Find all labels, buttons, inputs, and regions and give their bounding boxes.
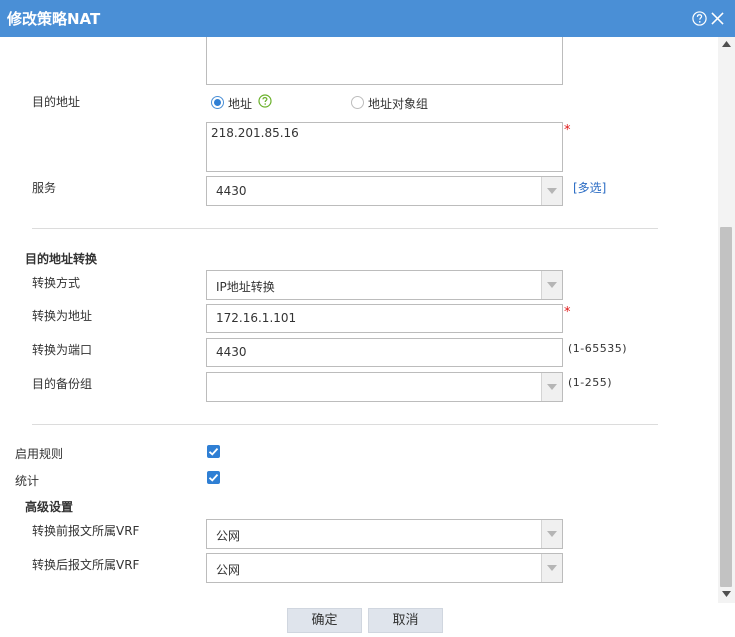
- help-circle-icon[interactable]: [692, 11, 707, 26]
- to-port-label: 转换为端口: [32, 343, 93, 357]
- help-icon[interactable]: [258, 94, 272, 108]
- backup-group-select[interactable]: [206, 372, 563, 402]
- enable-rule-label: 启用规则: [15, 447, 64, 461]
- dialog-title: 修改策略NAT: [7, 10, 101, 28]
- radio-address-label[interactable]: 地址: [228, 95, 252, 112]
- close-icon[interactable]: [711, 12, 724, 25]
- required-mark: *: [564, 123, 571, 138]
- enable-rule-checkbox[interactable]: [207, 445, 220, 458]
- scroll-down-arrow-icon[interactable]: [722, 591, 731, 597]
- service-select[interactable]: 4430: [206, 176, 563, 206]
- required-mark: *: [564, 305, 571, 320]
- scroll-up-arrow-icon[interactable]: [722, 41, 731, 47]
- to-address-input[interactable]: 172.16.1.101: [206, 304, 563, 333]
- dialog-titlebar: 修改策略NAT: [0, 0, 735, 37]
- service-value: 4430: [216, 184, 247, 198]
- method-label: 转换方式: [32, 276, 81, 290]
- vrf-before-dropdown-button[interactable]: [541, 520, 562, 548]
- vrf-after-label: 转换后报文所属VRF: [32, 558, 140, 572]
- to-port-input[interactable]: 4430: [206, 338, 563, 367]
- vrf-before-select[interactable]: 公网: [206, 519, 563, 549]
- method-dropdown-button[interactable]: [541, 271, 562, 299]
- vertical-scrollbar[interactable]: [718, 37, 735, 603]
- vrf-after-dropdown-button[interactable]: [541, 554, 562, 582]
- dialog-content: 目的地址 地址 地址对象组 218.201.85.16 * 服务 4430 [多…: [0, 37, 718, 600]
- service-label: 服务: [32, 181, 57, 195]
- backup-group-dropdown-button[interactable]: [541, 373, 562, 401]
- scrollbar-thumb[interactable]: [720, 227, 732, 587]
- destination-address-textarea[interactable]: 218.201.85.16: [206, 122, 563, 172]
- chevron-down-icon: [547, 282, 557, 288]
- vrf-after-value: 公网: [216, 563, 241, 577]
- cancel-button[interactable]: 取消: [368, 608, 443, 633]
- destination-address-label: 目的地址: [32, 95, 81, 109]
- chevron-down-icon: [547, 384, 557, 390]
- backup-group-label: 目的备份组: [32, 377, 93, 391]
- check-icon: [208, 447, 219, 456]
- radio-address-group-label[interactable]: 地址对象组: [368, 95, 428, 112]
- advanced-section-title: 高级设置: [25, 500, 74, 514]
- dnat-section-title: 目的地址转换: [25, 252, 98, 266]
- divider: [32, 228, 658, 229]
- to-address-label: 转换为地址: [32, 309, 93, 323]
- method-select[interactable]: IP地址转换: [206, 270, 563, 300]
- multi-select-link[interactable]: [多选]: [573, 179, 606, 196]
- backup-group-hint: (1-255): [568, 376, 613, 389]
- radio-address[interactable]: [211, 96, 224, 109]
- chevron-down-icon: [547, 188, 557, 194]
- statistics-label: 统计: [15, 474, 40, 488]
- vrf-before-label: 转换前报文所属VRF: [32, 524, 140, 538]
- chevron-down-icon: [547, 565, 557, 571]
- chevron-down-icon: [547, 531, 557, 537]
- radio-address-group[interactable]: [351, 96, 364, 109]
- method-value: IP地址转换: [216, 280, 275, 294]
- vrf-after-select[interactable]: 公网: [206, 553, 563, 583]
- source-address-textarea[interactable]: [206, 37, 563, 85]
- statistics-checkbox[interactable]: [207, 471, 220, 484]
- to-port-hint: (1-65535): [568, 342, 628, 355]
- ok-button[interactable]: 确定: [287, 608, 362, 633]
- vrf-before-value: 公网: [216, 529, 241, 543]
- service-dropdown-button[interactable]: [541, 177, 562, 205]
- check-icon: [208, 473, 219, 482]
- divider: [32, 424, 658, 425]
